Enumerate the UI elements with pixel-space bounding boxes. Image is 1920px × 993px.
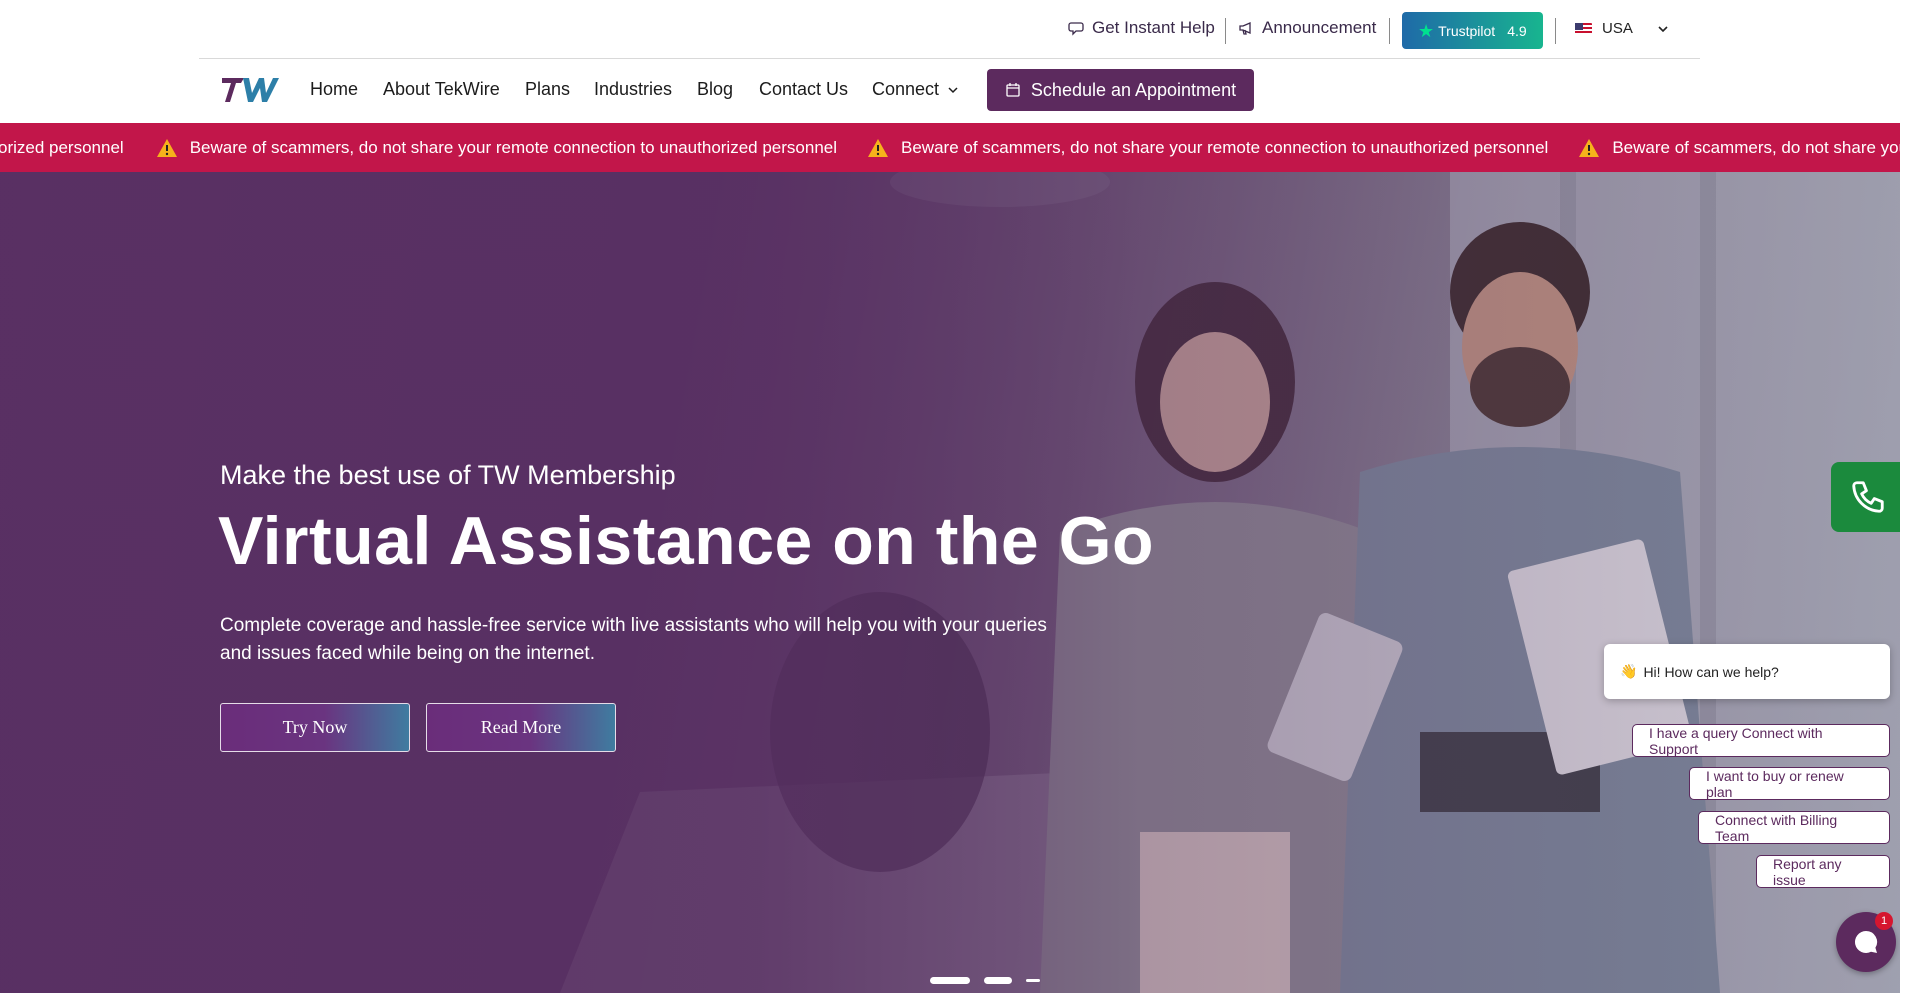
nav-about[interactable]: About TekWire: [383, 79, 500, 100]
nav-connect-label: Connect: [872, 79, 940, 99]
star-icon: ★: [1418, 20, 1435, 41]
nav-contact[interactable]: Contact Us: [759, 79, 848, 100]
slide-dot-3[interactable]: [1026, 979, 1040, 982]
chat-option-report-issue[interactable]: Report any issue: [1756, 855, 1890, 888]
warning-icon: [1579, 138, 1600, 157]
warning-fragment: orized personnel: [0, 138, 124, 158]
phone-icon: [1851, 481, 1884, 513]
calendar-icon: [1006, 83, 1020, 97]
instant-help-link[interactable]: Get Instant Help: [1068, 18, 1215, 38]
page-scrollbar[interactable]: [1900, 0, 1920, 993]
hero-title: Virtual Assistance on the Go: [218, 503, 1155, 579]
schedule-appointment-button[interactable]: Schedule an Appointment: [987, 69, 1254, 111]
chevron-down-icon: [948, 86, 958, 93]
instant-help-label: Get Instant Help: [1092, 18, 1215, 37]
nav-home[interactable]: Home: [310, 79, 358, 100]
warning-item: Beware of scammers, do not share your re…: [156, 138, 837, 158]
trustpilot-label: Trustpilot: [1438, 22, 1496, 39]
tekwire-logo[interactable]: [222, 75, 292, 105]
nav-plans[interactable]: Plans: [525, 79, 570, 100]
chat-option-support[interactable]: I have a query Connect with Support: [1632, 724, 1890, 757]
divider: [1225, 18, 1226, 44]
chat-option-billing[interactable]: Connect with Billing Team: [1698, 811, 1890, 844]
warning-text: orized personnel: [0, 137, 124, 157]
divider: [199, 58, 1700, 59]
scam-warning-banner: orized personnel Beware of scammers, do …: [0, 123, 1900, 172]
hero-description: Complete coverage and hassle-free servic…: [220, 615, 1047, 664]
nav-industries[interactable]: Industries: [594, 79, 672, 100]
chat-bubble-icon: [1855, 930, 1878, 953]
country-label: USA: [1602, 20, 1633, 37]
nav-plans-label: Plans: [525, 79, 571, 99]
page: Get Instant Help Announcement ★ Trustpil…: [0, 0, 1920, 993]
hero-subtitle: Make the best use of TW Membership: [220, 460, 676, 490]
warning-item: Beware of scammers, do not share your re…: [1578, 138, 1900, 158]
slide-dot-1[interactable]: [930, 977, 970, 984]
warning-text: Beware of scammers, do not share your re…: [189, 137, 838, 157]
hero-section: Make the best use of TW Membership Virtu…: [0, 172, 1900, 993]
nav-industries-label: Industries: [594, 79, 673, 99]
nav-contact-label: Contact Us: [759, 79, 849, 99]
main-nav: Home About TekWire Plans Industries Blog…: [0, 60, 1900, 123]
us-flag-icon: [1575, 22, 1592, 35]
country-selector[interactable]: USA: [1575, 20, 1633, 37]
chat-icon: [1068, 22, 1084, 36]
warning-icon: [868, 138, 889, 157]
trustpilot-badge[interactable]: ★ Trustpilot 4.9: [1402, 12, 1543, 49]
warning-icon: [156, 138, 177, 157]
wave-icon: 👋: [1620, 663, 1638, 679]
warning-item: Beware of scammers, do not share your re…: [867, 138, 1548, 158]
megaphone-icon: [1239, 22, 1251, 35]
nav-home-label: Home: [310, 79, 359, 99]
slide-dot-2[interactable]: [984, 977, 1012, 984]
warning-text: Beware of scammers, do not share your re…: [1612, 137, 1900, 157]
trustpilot-score: 4.9: [1507, 22, 1527, 39]
nav-about-label: About TekWire: [383, 79, 500, 99]
nav-connect[interactable]: Connect: [872, 79, 959, 100]
divider: [1389, 18, 1390, 44]
chevron-down-icon[interactable]: [1656, 22, 1670, 36]
warning-track: orized personnel Beware of scammers, do …: [0, 123, 1900, 172]
top-utility-bar: Get Instant Help Announcement ★ Trustpil…: [0, 0, 1900, 60]
read-more-button[interactable]: Read More: [426, 703, 616, 752]
unread-badge: 1: [1875, 912, 1893, 930]
chat-greeting-text: Hi! How can we help?: [1643, 663, 1779, 680]
nav-blog[interactable]: Blog: [697, 79, 733, 100]
chat-option-buy-renew[interactable]: I want to buy or renew plan: [1689, 767, 1890, 800]
chat-greeting: 👋 Hi! How can we help?: [1604, 644, 1890, 699]
divider: [1555, 18, 1556, 44]
slider-pagination: [930, 977, 1040, 984]
announcement-link[interactable]: Announcement: [1238, 18, 1376, 38]
hero-overlay: [0, 172, 1900, 993]
try-now-button[interactable]: Try Now: [220, 703, 410, 752]
schedule-label: Schedule an Appointment: [1030, 79, 1237, 100]
warning-text: Beware of scammers, do not share your re…: [901, 137, 1549, 157]
announcement-label: Announcement: [1262, 18, 1377, 37]
nav-blog-label: Blog: [697, 79, 734, 99]
